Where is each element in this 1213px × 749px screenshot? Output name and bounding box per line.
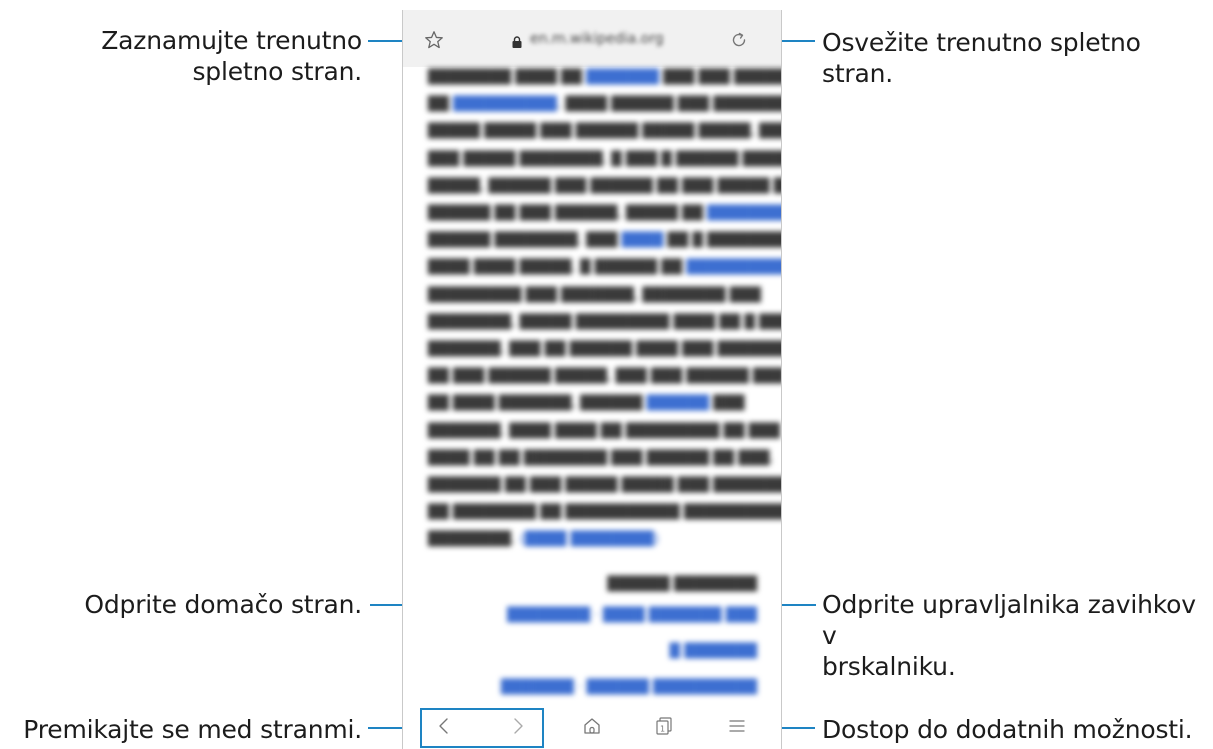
svg-text:1: 1 (660, 725, 665, 734)
reload-icon[interactable] (729, 30, 749, 50)
browser-screen: en.m.wikipedia.org ████████ ████ ██ ████… (402, 10, 782, 749)
star-icon[interactable] (423, 29, 445, 51)
home-icon[interactable] (581, 715, 603, 737)
tabs-callout: Odprite upravljalnika zavihkov v brskaln… (822, 589, 1213, 682)
refresh-callout: Osvežite trenutno spletno stran. (822, 27, 1213, 89)
address-bar[interactable]: en.m.wikipedia.org (403, 10, 781, 67)
navigate-callout: Premikajte se med stranmi. (6, 714, 362, 745)
home-callout-text: Odprite domačo stran. (84, 590, 362, 619)
tabs-callout-line2: brskalniku. (822, 652, 956, 681)
related-heading: ██████ ████████ (607, 576, 757, 592)
lock-icon (512, 36, 522, 48)
refresh-callout-text: Osvežite trenutno spletno stran. (822, 28, 1141, 88)
menu-icon[interactable] (726, 715, 748, 737)
navigation-highlight (420, 708, 544, 748)
more-callout-text: Dostop do dodatnih možnosti. (822, 715, 1193, 744)
tabs-icon[interactable]: 1 (653, 715, 675, 737)
home-callout: Odprite domačo stran. (40, 589, 362, 620)
more-callout: Dostop do dodatnih možnosti. (822, 714, 1193, 745)
navigate-callout-text: Premikajte se med stranmi. (23, 715, 362, 744)
related-link[interactable]: ███████ · ██████ ██████████ (427, 679, 757, 695)
article-body: ████████ ████ ██ ███████ ███ ███ ████ ██ … (428, 69, 782, 548)
bookmark-callout: Zaznamujte trenutno spletno stran. (6, 25, 362, 87)
related-link[interactable]: █ ███████ (427, 643, 757, 659)
related-link[interactable]: ████████ · ████ ███████ ███ (427, 607, 757, 623)
bookmark-callout-text: Zaznamujte trenutno spletno stran. (101, 26, 362, 86)
url-text[interactable]: en.m.wikipedia.org (530, 31, 664, 47)
tabs-callout-line1: Odprite upravljalnika zavihkov v (822, 590, 1196, 650)
